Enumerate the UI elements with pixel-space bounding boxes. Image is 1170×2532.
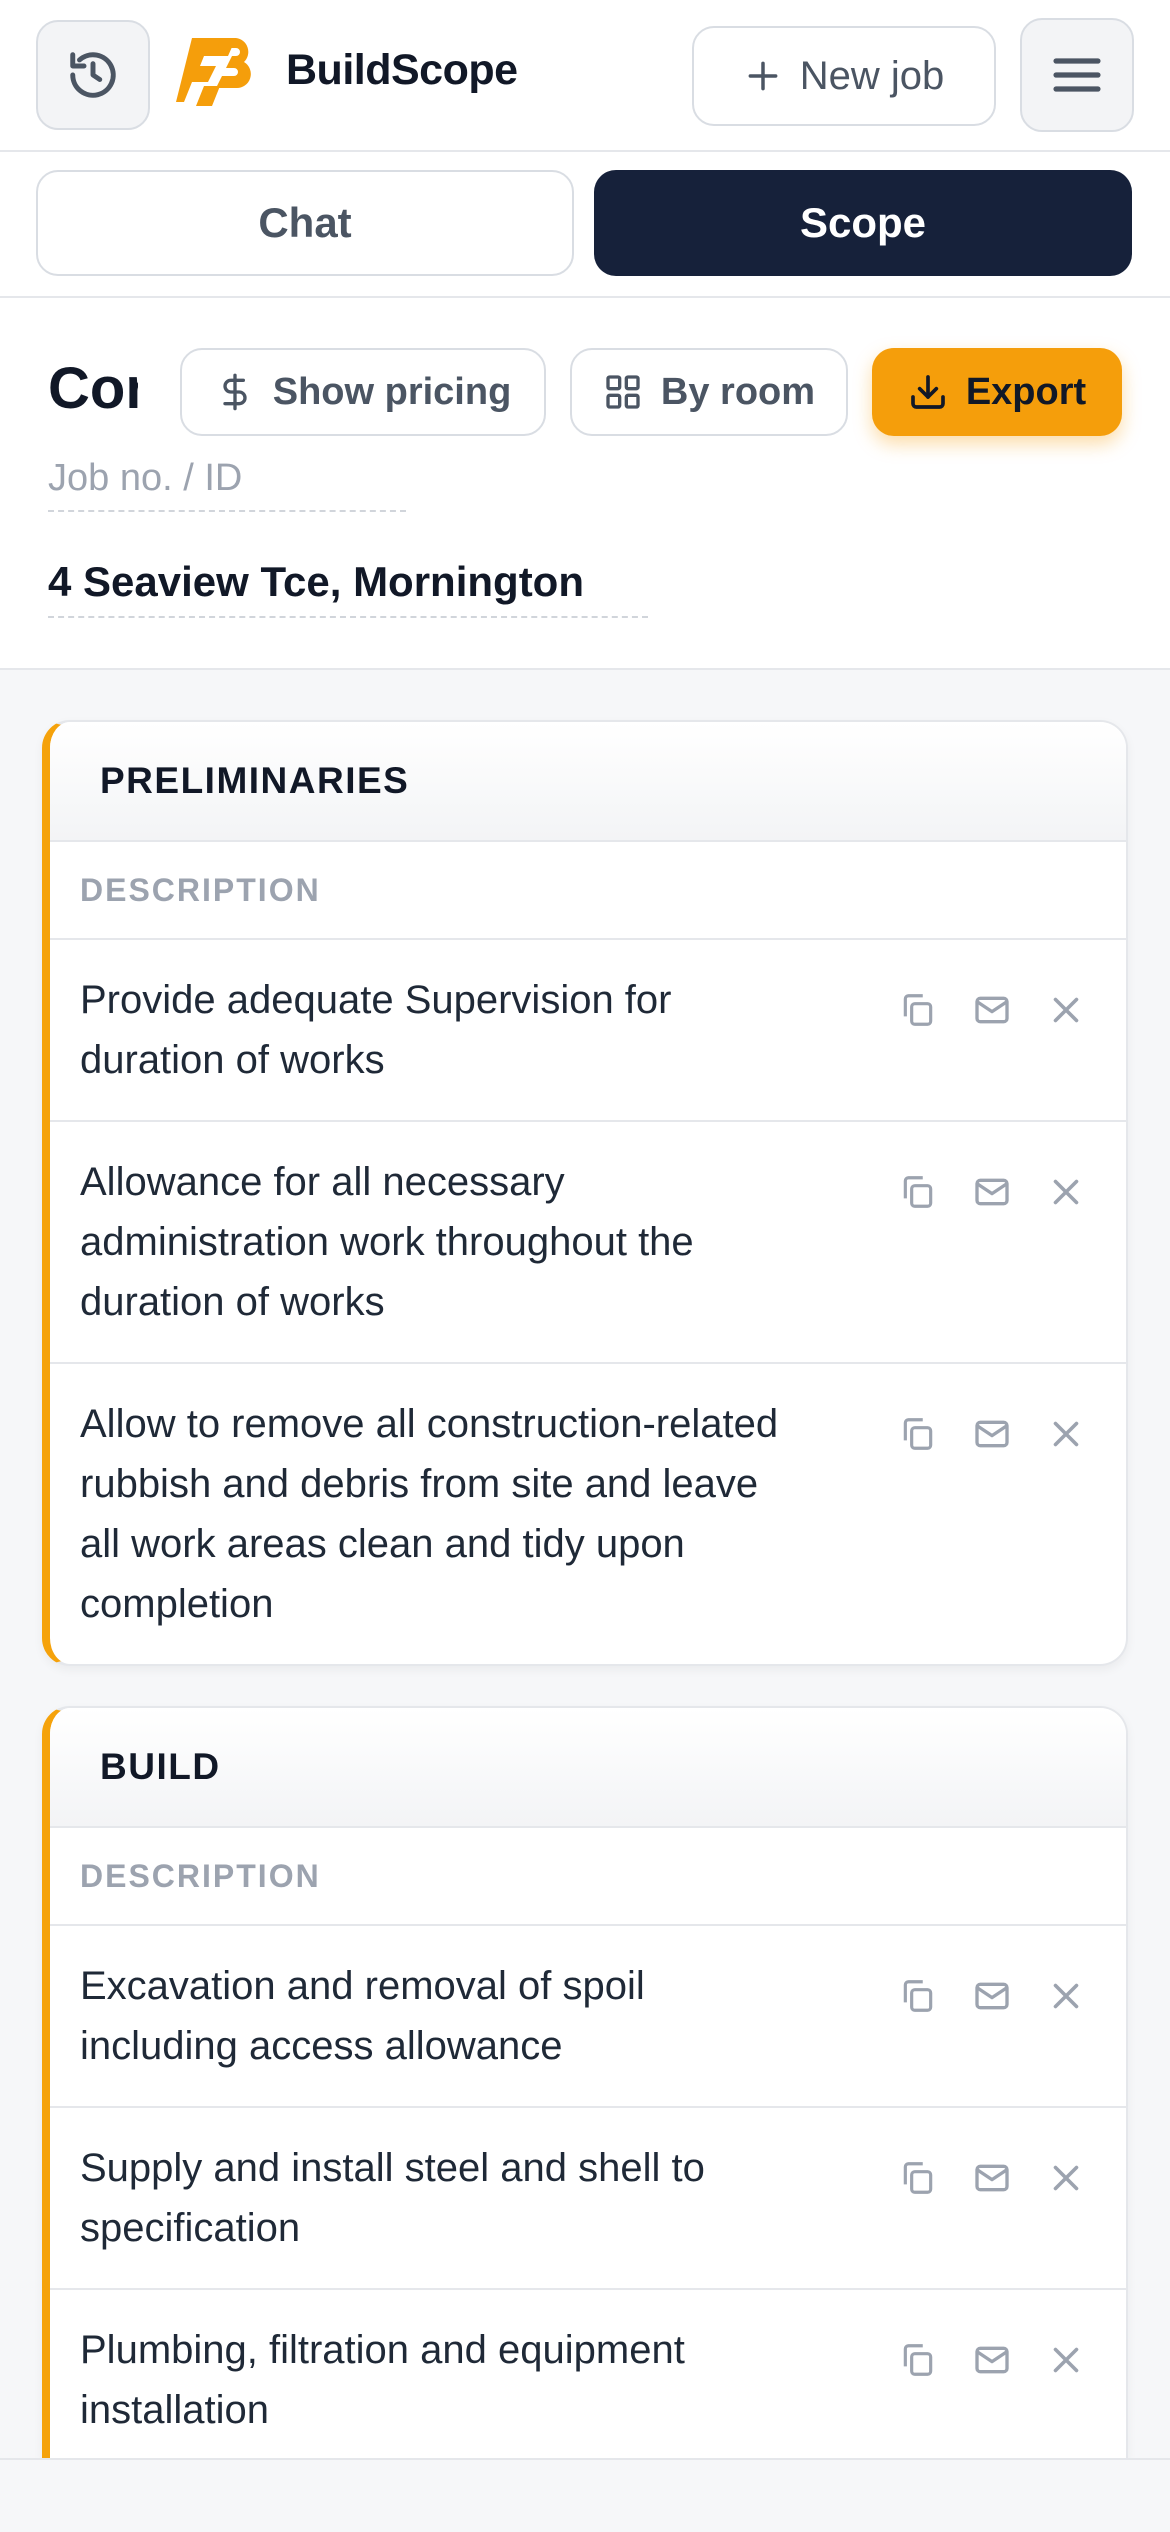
mail-icon[interactable] [972, 1976, 1012, 2016]
menu-button[interactable] [1020, 18, 1134, 132]
new-job-label: New job [799, 53, 945, 98]
copy-icon[interactable] [898, 1414, 938, 1454]
export-label: Export [965, 370, 1087, 413]
tab-chat[interactable]: Chat [36, 170, 574, 276]
view-tabs: Chat Scope [0, 152, 1170, 298]
row-actions [898, 1172, 1086, 1212]
column-header-description: DESCRIPTION [50, 1828, 1126, 1926]
buildscope-logo [176, 38, 251, 106]
tab-scope[interactable]: Scope [594, 170, 1132, 276]
history-button[interactable] [36, 20, 150, 130]
scope-item-text[interactable]: Allowance for all necessary administrati… [80, 1152, 800, 1332]
row-actions [898, 1976, 1086, 2016]
download-icon [910, 375, 945, 409]
grid-icon [606, 375, 640, 409]
scope-section-build: BUILD DESCRIPTION Excavation and removal… [42, 1706, 1128, 2458]
mail-icon[interactable] [972, 2340, 1012, 2380]
document-title[interactable]: Con [48, 354, 138, 424]
by-room-button[interactable]: By room [570, 348, 848, 436]
section-title: BUILD [50, 1708, 1126, 1828]
close-icon[interactable] [1046, 990, 1086, 1030]
scope-row: Plumbing, filtration and equipment insta… [50, 2290, 1126, 2458]
scope-section-preliminaries: PRELIMINARIES DESCRIPTION Provide adequa… [42, 720, 1128, 1666]
app-header: BuildScope New job [0, 0, 1170, 152]
row-actions [898, 1414, 1086, 1454]
show-pricing-label: Show pricing [272, 370, 512, 413]
new-job-button[interactable]: New job [692, 26, 996, 126]
close-icon[interactable] [1046, 2340, 1086, 2380]
close-icon[interactable] [1046, 1172, 1086, 1212]
scope-row: Provide adequate Supervision for duratio… [50, 940, 1126, 1122]
mail-icon[interactable] [972, 2158, 1012, 2198]
mail-icon[interactable] [972, 1414, 1012, 1454]
dollar-icon [223, 373, 247, 411]
job-panel: Con Show pricing By room Export Job no. … [0, 298, 1170, 670]
export-button[interactable]: Export [872, 348, 1122, 436]
row-actions [898, 2340, 1086, 2380]
bottom-bar [0, 2458, 1170, 2532]
brand-name: BuildScope [286, 46, 518, 94]
scope-row: Supply and install steel and shell to sp… [50, 2108, 1126, 2290]
hamburger-menu-icon [1053, 58, 1101, 92]
section-title: PRELIMINARIES [50, 722, 1126, 842]
scope-item-text[interactable]: Provide adequate Supervision for duratio… [80, 970, 800, 1090]
row-actions [898, 990, 1086, 1030]
scope-item-text[interactable]: Excavation and removal of spoil includin… [80, 1956, 800, 2076]
close-icon[interactable] [1046, 1976, 1086, 2016]
mail-icon[interactable] [972, 990, 1012, 1030]
row-actions [898, 2158, 1086, 2198]
copy-icon[interactable] [898, 2340, 938, 2380]
mail-icon[interactable] [972, 1172, 1012, 1212]
scope-row: Allowance for all necessary administrati… [50, 1122, 1126, 1364]
scope-item-text[interactable]: Plumbing, filtration and equipment insta… [80, 2320, 800, 2440]
job-number-field[interactable]: Job no. / ID [48, 456, 406, 512]
by-room-label: By room [660, 370, 816, 413]
plus-icon [748, 61, 778, 91]
copy-icon[interactable] [898, 2158, 938, 2198]
scope-row: Allow to remove all construction-related… [50, 1364, 1126, 1664]
copy-icon[interactable] [898, 1976, 938, 2016]
address-field[interactable]: 4 Seaview Tce, Mornington [48, 556, 648, 618]
show-pricing-button[interactable]: Show pricing [180, 348, 546, 436]
history-icon [70, 52, 116, 98]
close-icon[interactable] [1046, 2158, 1086, 2198]
close-icon[interactable] [1046, 1414, 1086, 1454]
copy-icon[interactable] [898, 990, 938, 1030]
column-header-description: DESCRIPTION [50, 842, 1126, 940]
scope-row: Excavation and removal of spoil includin… [50, 1926, 1126, 2108]
scope-item-text[interactable]: Allow to remove all construction-related… [80, 1394, 800, 1634]
scope-item-text[interactable]: Supply and install steel and shell to sp… [80, 2138, 800, 2258]
copy-icon[interactable] [898, 1172, 938, 1212]
